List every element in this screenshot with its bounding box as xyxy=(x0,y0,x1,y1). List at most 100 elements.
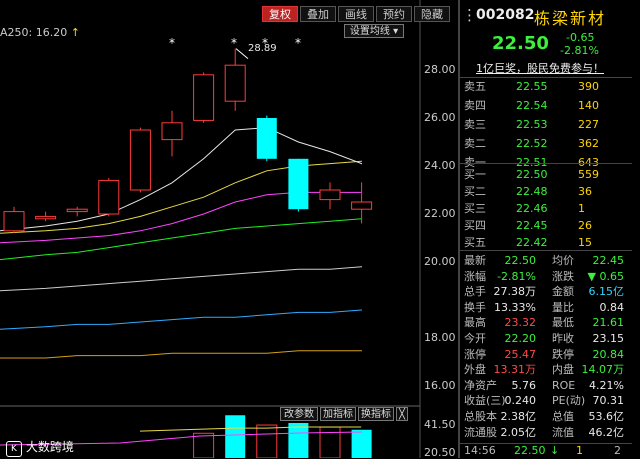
tick-price: 22.50 xyxy=(514,444,546,457)
stat-value: 27.38万 xyxy=(493,285,537,299)
close-indicator-button[interactable]: ╳ xyxy=(396,407,408,421)
event-star-icon: * xyxy=(169,36,175,50)
fuquan-button[interactable]: 复权 xyxy=(262,6,298,22)
order-volume: 36 xyxy=(578,185,592,198)
volume-bar xyxy=(256,424,278,458)
stat-row: 今开 22.20 昨收 23.15 xyxy=(464,330,628,347)
candle-body xyxy=(3,211,25,232)
stat-value: 25.47 xyxy=(504,347,537,361)
y-tick: 22.00 xyxy=(424,207,456,220)
watermark: K 大数跨境 xyxy=(6,438,74,457)
order-label: 买五 xyxy=(464,236,486,249)
order-volume: 559 xyxy=(578,168,599,181)
stat-label: 涨幅 xyxy=(464,269,486,283)
stat-value: 53.6亿 xyxy=(588,410,625,423)
candle-body xyxy=(35,215,57,220)
stat-label: PE(动) xyxy=(552,394,586,408)
order-price: 22.50 xyxy=(516,168,548,181)
stat-label: 最低 xyxy=(552,316,574,330)
order-label: 买二 xyxy=(464,185,486,198)
y-tick: 24.00 xyxy=(424,159,456,172)
volume-bar xyxy=(193,432,215,458)
y-tick: 16.00 xyxy=(424,379,456,392)
stat-label: ROE xyxy=(552,378,576,392)
divider xyxy=(460,163,632,164)
stat-value: 22.50 xyxy=(504,254,537,267)
event-star-icon: * xyxy=(231,36,237,50)
tick-row: 14:56 22.50 ↓ 1 2 xyxy=(464,442,628,459)
stat-label: 总手 xyxy=(464,285,486,299)
event-star-icon: * xyxy=(295,36,301,50)
quote-panel: ⋮ 002082 栋梁新材 22.50 -0.65 -2.81% 1亿巨奖，股民… xyxy=(458,0,640,458)
overlay-button[interactable]: 叠加 xyxy=(300,6,336,22)
order-volume: 26 xyxy=(578,219,592,232)
ma-value: A250: 16.20 xyxy=(0,26,68,39)
order-price: 22.53 xyxy=(516,118,548,131)
stat-label: 净资产 xyxy=(464,378,497,392)
stat-value: 0.84 xyxy=(599,300,625,314)
ad-link[interactable]: 1亿巨奖，股民免费参与！ xyxy=(476,60,604,76)
kline-chart[interactable]: * * * * 复权 叠加 画线 预约 隐藏 A250: 16.20 ↑ 设置均线 ▾… xyxy=(0,0,458,459)
order-row: 买四 22.45 26 xyxy=(464,217,628,234)
candle-body xyxy=(129,129,151,191)
draw-line-button[interactable]: 画线 xyxy=(338,6,374,22)
order-row: 卖二 22.52 362 xyxy=(464,135,628,152)
tick-count: 2 xyxy=(614,444,621,457)
stat-value: 21.61 xyxy=(592,316,625,330)
swap-indicator-button[interactable]: 换指标 xyxy=(358,407,394,421)
stat-label: 跌停 xyxy=(552,347,574,361)
stat-value: 23.32 xyxy=(504,316,537,330)
stat-label: 均价 xyxy=(552,254,574,267)
divider xyxy=(460,250,632,251)
ma-line-gray xyxy=(0,266,362,292)
appoint-button[interactable]: 预约 xyxy=(376,6,412,22)
volume-bar xyxy=(288,422,309,458)
stat-label: 收益(三) xyxy=(464,394,506,408)
order-volume: 15 xyxy=(578,236,592,249)
tick-volume: 1 xyxy=(576,444,583,457)
arrow-up-icon: ↑ xyxy=(70,26,80,39)
order-price: 22.54 xyxy=(516,99,548,112)
tick-arrow-icon: ↓ xyxy=(550,444,560,457)
kline-svg: * * * * xyxy=(0,0,421,458)
order-row: 卖四 22.54 140 xyxy=(464,97,628,114)
stock-name: 栋梁新材 xyxy=(534,9,607,28)
stat-value: 46.2亿 xyxy=(588,425,625,439)
stat-value: 2.05亿 xyxy=(500,425,537,439)
high-note-leader xyxy=(235,48,249,60)
stat-label: 换手 xyxy=(464,300,486,314)
order-price: 22.46 xyxy=(516,202,548,215)
stat-value: 0.240 xyxy=(504,394,537,408)
watermark-logo-icon: K xyxy=(6,441,22,457)
price-change-pct: -2.81% xyxy=(560,44,599,57)
stat-value: 23.15 xyxy=(592,332,625,345)
stat-value: 70.31 xyxy=(592,394,625,408)
order-label: 买三 xyxy=(464,202,486,215)
order-volume: 1 xyxy=(578,202,585,215)
stat-value: 13.31万 xyxy=(493,363,537,377)
ma-line-blue xyxy=(0,309,362,330)
hide-button[interactable]: 隐藏 xyxy=(414,6,450,22)
stat-value: 20.84 xyxy=(592,347,625,361)
order-price: 22.48 xyxy=(516,185,548,198)
order-row: 买三 22.46 1 xyxy=(464,200,628,217)
candle-body xyxy=(98,179,120,215)
stat-label: 最高 xyxy=(464,316,486,330)
edit-params-button[interactable]: 改参数 xyxy=(280,407,318,421)
stat-value: 6.15亿 xyxy=(588,285,625,299)
order-row: 买一 22.50 559 xyxy=(464,166,628,183)
menu-icon[interactable]: ⋮ xyxy=(462,6,477,24)
add-indicator-button[interactable]: 加指标 xyxy=(320,407,356,421)
current-price: 22.50 xyxy=(492,33,549,54)
order-price: 22.45 xyxy=(516,219,548,232)
stat-label: 最新 xyxy=(464,254,486,267)
stat-row: 收益(三) 0.240 PE(动) 70.31 xyxy=(464,392,628,409)
order-label: 卖三 xyxy=(464,118,486,131)
candle-body xyxy=(351,201,373,210)
volume-bar xyxy=(319,426,341,458)
stat-row: 换手 13.33% 量比 0.84 xyxy=(464,299,628,316)
order-volume: 362 xyxy=(578,137,599,150)
stat-row: 最新 22.50 均价 22.45 xyxy=(464,252,628,269)
stat-value: 13.33% xyxy=(494,300,536,314)
ma-settings-button[interactable]: 设置均线 ▾ xyxy=(344,24,404,38)
